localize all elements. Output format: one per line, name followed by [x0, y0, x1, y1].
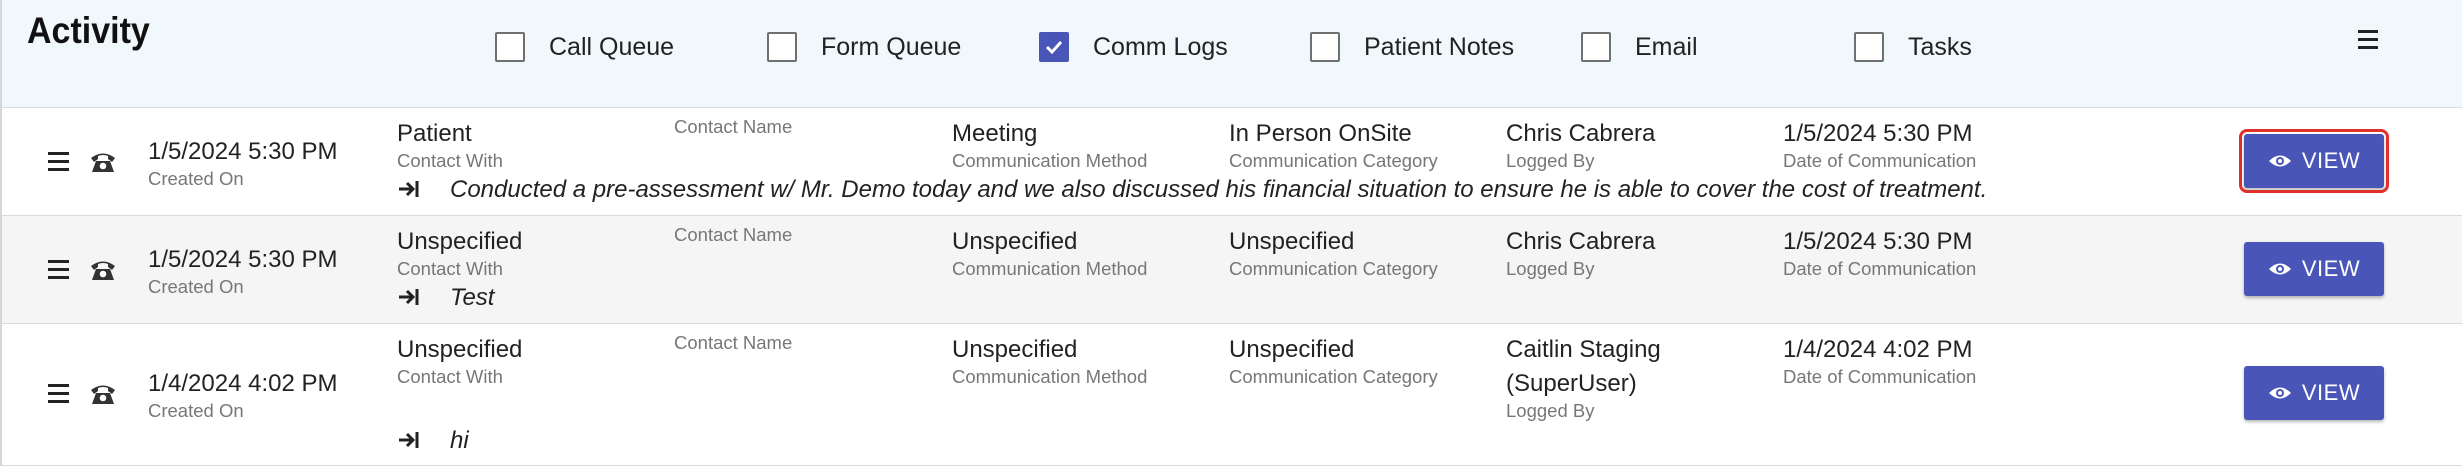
date-of-communication-label: Date of Communication [1783, 258, 1977, 279]
communication-method-value: Meeting [952, 120, 1038, 147]
created-on-label: Created On [148, 276, 244, 297]
contact-name-label: Contact Name [674, 224, 793, 245]
contact-name-label: Contact Name [674, 116, 793, 137]
form-queue-label: Form Queue [821, 32, 962, 61]
contact-name-label: Contact Name [674, 332, 793, 353]
view-button[interactable]: VIEW [2244, 242, 2384, 296]
communication-method-label: Communication Method [952, 258, 1148, 279]
communication-category-label: Communication Category [1229, 258, 1438, 279]
tasks-checkbox[interactable] [1854, 32, 1884, 62]
contact-with-label: Contact With [397, 258, 503, 279]
communication-category-value: In Person OnSite [1229, 120, 1412, 147]
filter-form-queue[interactable]: Form Queue [767, 30, 961, 64]
communication-method-value: Unspecified [952, 228, 1078, 255]
note-text: Conducted a pre-assessment w/ Mr. Demo t… [450, 176, 1988, 203]
date-of-communication-value: 1/4/2024 4:02 PM [1783, 336, 1973, 363]
contact-with-label: Contact With [397, 366, 503, 387]
created-on-value: 1/4/2024 4:02 PM [148, 370, 338, 397]
contact-with-value: Unspecified [397, 228, 523, 255]
contact-with-value: Patient [397, 120, 472, 147]
comm-logs-checkbox[interactable] [1039, 32, 1069, 62]
logged-by-name: Caitlin Staging [1506, 336, 1661, 363]
created-on-label: Created On [148, 168, 244, 189]
telephone-icon [91, 261, 115, 280]
call-queue-label: Call Queue [549, 32, 675, 61]
row-menu-icon[interactable] [48, 384, 70, 404]
view-button-label: VIEW [2301, 380, 2361, 405]
logged-by-label: Logged By [1506, 400, 1595, 421]
patient-notes-checkbox[interactable] [1310, 32, 1340, 62]
communication-method-label: Communication Method [952, 366, 1148, 387]
comm-log-row: 1/5/2024 5:30 PM Created On Patient Cont… [0, 108, 2462, 216]
call-queue-checkbox[interactable] [495, 32, 525, 62]
communication-method-value: Unspecified [952, 336, 1078, 363]
activity-header: Activity Call Queue Form Queue Comm Logs… [0, 0, 2462, 108]
eye-icon [2268, 261, 2292, 277]
communication-category-label: Communication Category [1229, 366, 1438, 387]
row-menu-icon[interactable] [48, 260, 70, 280]
arrow-right-to-bar-icon [399, 432, 419, 448]
comm-log-row: 1/5/2024 5:30 PM Created On Unspecified … [0, 216, 2462, 324]
date-of-communication-label: Date of Communication [1783, 366, 1977, 387]
date-of-communication-value: 1/5/2024 5:30 PM [1783, 228, 1973, 255]
created-on-label: Created On [148, 400, 244, 421]
contact-with-value: Unspecified [397, 336, 523, 363]
comm-logs-label: Comm Logs [1093, 32, 1228, 61]
logged-by-value: Chris Cabrera [1506, 228, 1656, 255]
form-queue-checkbox[interactable] [767, 32, 797, 62]
view-button-label: VIEW [2301, 148, 2361, 173]
arrow-right-to-bar-icon [399, 289, 419, 305]
communication-method-label: Communication Method [952, 150, 1148, 171]
note-text: Test [450, 284, 495, 311]
date-of-communication-value: 1/5/2024 5:30 PM [1783, 120, 1973, 147]
view-button-label: VIEW [2301, 256, 2361, 281]
eye-icon [2268, 385, 2292, 401]
logged-by-value: Chris Cabrera [1506, 120, 1656, 147]
filter-email[interactable]: Email [1581, 30, 1698, 64]
arrow-right-to-bar-icon [399, 181, 419, 197]
communication-category-label: Communication Category [1229, 150, 1438, 171]
email-checkbox[interactable] [1581, 32, 1611, 62]
contact-with-label: Contact With [397, 150, 503, 171]
date-of-communication-label: Date of Communication [1783, 150, 1977, 171]
patient-notes-label: Patient Notes [1364, 32, 1515, 61]
filter-patient-notes[interactable]: Patient Notes [1310, 30, 1514, 64]
view-button[interactable]: VIEW [2244, 366, 2384, 420]
view-button[interactable]: VIEW [2239, 129, 2389, 193]
created-on-value: 1/5/2024 5:30 PM [148, 138, 338, 165]
eye-icon [2268, 153, 2292, 169]
row-menu-icon[interactable] [48, 152, 70, 172]
logged-by-label: Logged By [1506, 150, 1595, 171]
note-text: hi [450, 427, 469, 454]
page-title: Activity [27, 10, 150, 52]
email-label: Email [1635, 32, 1698, 61]
logged-by-role: (SuperUser) [1506, 370, 1637, 397]
filter-tasks[interactable]: Tasks [1854, 30, 1972, 64]
filter-call-queue[interactable]: Call Queue [495, 30, 674, 64]
filter-comm-logs[interactable]: Comm Logs [1039, 30, 1228, 64]
communication-category-value: Unspecified [1229, 228, 1355, 255]
telephone-icon [91, 385, 115, 404]
logged-by-label: Logged By [1506, 258, 1595, 279]
header-menu-icon[interactable] [2358, 30, 2382, 50]
tasks-label: Tasks [1908, 32, 1972, 61]
created-on-value: 1/5/2024 5:30 PM [148, 246, 338, 273]
communication-category-value: Unspecified [1229, 336, 1355, 363]
comm-log-row: 1/4/2024 4:02 PM Created On Unspecified … [0, 324, 2462, 466]
telephone-icon [91, 153, 115, 172]
